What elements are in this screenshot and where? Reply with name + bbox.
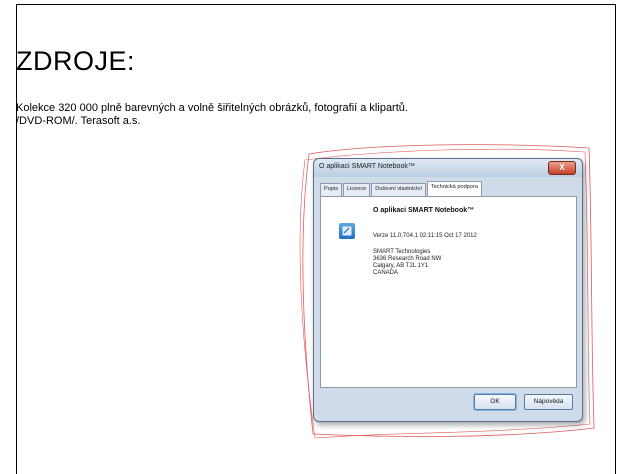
dialog-titlebar[interactable]: O aplikaci SMART Notebook™ X <box>314 159 582 177</box>
help-button[interactable]: Nápověda <box>524 394 573 410</box>
slide-title: ZDROJE: <box>16 46 136 76</box>
company-address: SMART Technologies 3636 Research Road NW… <box>373 249 441 277</box>
tab-popis[interactable]: Popis <box>320 183 342 196</box>
dialog-screenshot: O aplikaci SMART Notebook™ X Popis Licen… <box>291 138 596 442</box>
address-line: 3636 Research Road NW <box>373 256 442 262</box>
tab-licence[interactable]: Licence <box>343 183 371 196</box>
close-icon: X <box>559 163 565 172</box>
address-line: CANADA <box>373 270 399 276</box>
version-text: Verze 11.0.704.1 02:11:15 Oct 17 2012 <box>373 233 477 239</box>
source-line-1: Kolekce 320 000 plně barevných a volně š… <box>16 102 408 114</box>
about-heading: O aplikaci SMART Notebook™ <box>373 207 475 214</box>
address-line: Calgary, AB T2L 1Y1 <box>373 263 429 269</box>
tab-dusevni-vlastnictvi[interactable]: Duševní vlastnictví <box>371 183 426 196</box>
slide-text: Kolekce 320 000 plně barevných a volně š… <box>16 102 576 128</box>
address-line: SMART Technologies <box>373 249 431 255</box>
smart-notebook-icon <box>339 223 355 239</box>
tab-panel: O aplikaci SMART Notebook™ Verze 11.0.70… <box>320 196 577 388</box>
about-dialog: O aplikaci SMART Notebook™ X Popis Licen… <box>313 158 583 422</box>
close-button[interactable]: X <box>548 161 576 175</box>
dialog-title: O aplikaci SMART Notebook™ <box>319 163 415 170</box>
tab-bar: Popis Licence Duševní vlastnictví Techni… <box>320 181 483 196</box>
source-line-2: /DVD-ROM/. Terasoft a.s. <box>16 115 141 127</box>
tab-technicka-podpora[interactable]: Technická podpora <box>426 181 482 196</box>
ok-button[interactable]: OK <box>474 394 516 410</box>
